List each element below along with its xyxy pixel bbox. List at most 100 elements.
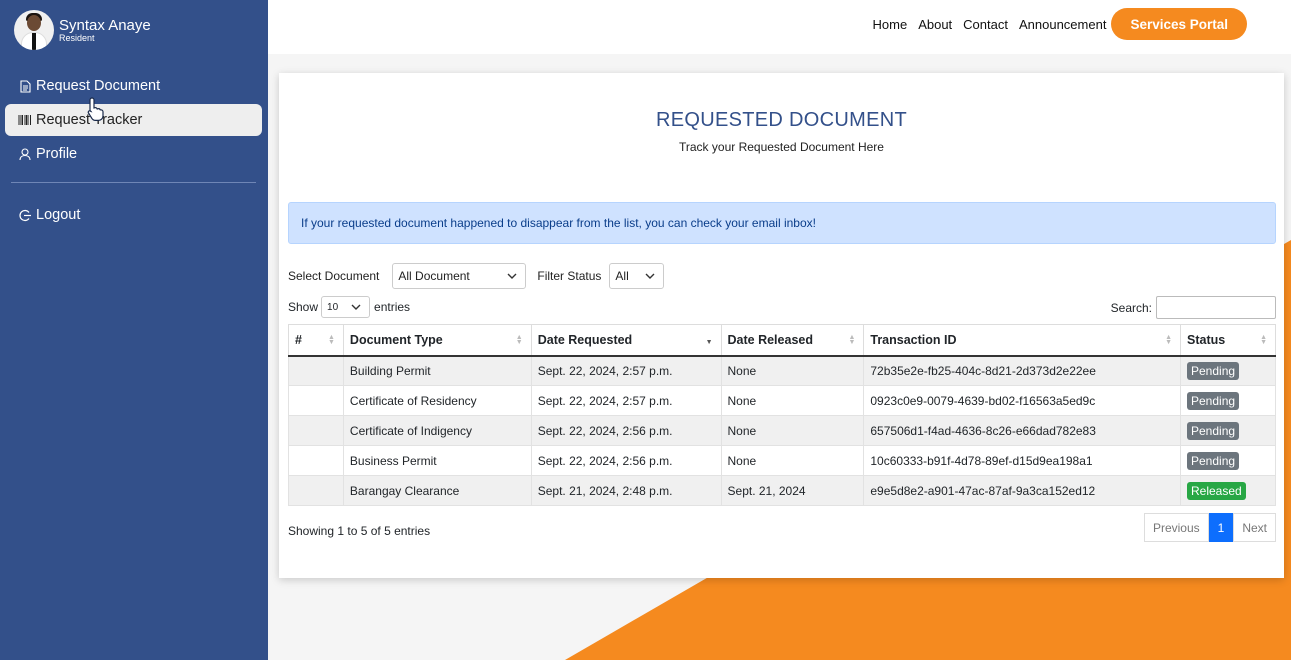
user-role: Resident bbox=[59, 32, 95, 43]
sidebar-divider bbox=[11, 182, 256, 183]
status-badge: Pending bbox=[1187, 421, 1240, 440]
avatar bbox=[14, 10, 54, 50]
requested-document-card: REQUESTED DOCUMENT Track your Requested … bbox=[279, 73, 1284, 578]
chevron-down-icon bbox=[507, 273, 517, 279]
entries-per-page-value: 10 bbox=[327, 301, 339, 313]
select-document-dropdown[interactable]: All Document bbox=[392, 263, 527, 289]
search-input[interactable] bbox=[1156, 296, 1276, 319]
table-row: Barangay Clearance Sept. 21, 2024, 2:48 … bbox=[288, 475, 1276, 506]
column-header-date-released[interactable]: Date Released ▲ ▼ bbox=[720, 324, 865, 357]
filter-status-dropdown[interactable]: All bbox=[609, 263, 665, 289]
column-header-number[interactable]: # ▲ ▼ bbox=[288, 324, 344, 357]
sidebar-item-label: Request Document bbox=[36, 78, 161, 94]
requested-documents-table: # ▲ ▼ Document Type ▲ ▼ Date Requested ▼ Dat… bbox=[288, 324, 1276, 506]
sidebar-item-label: Logout bbox=[36, 207, 81, 223]
cell-date-released: Sept. 21, 2024 bbox=[720, 475, 865, 506]
sidebar-item-label: Profile bbox=[36, 146, 78, 162]
table-row: Business Permit Sept. 22, 2024, 2:56 p.m… bbox=[288, 445, 1276, 476]
status-badge: Pending bbox=[1187, 451, 1240, 470]
sidebar: Syntax Anaye Resident Request Document R… bbox=[0, 0, 268, 660]
select-document-value: All Document bbox=[398, 269, 470, 283]
top-navbar: Home About Contact Announcement Services… bbox=[268, 0, 1291, 54]
cell-date-requested: Sept. 22, 2024, 2:57 p.m. bbox=[530, 355, 722, 386]
nav-contact-link[interactable]: Contact bbox=[963, 17, 1008, 32]
top-nav-links: Home About Contact Announcement Services… bbox=[862, 8, 1247, 40]
sidebar-item-profile[interactable]: Profile bbox=[5, 138, 262, 170]
sidebar-nav: Request Document Request Tracker Profile… bbox=[5, 70, 262, 233]
status-badge: Released bbox=[1187, 481, 1246, 500]
chevron-down-icon bbox=[645, 273, 655, 279]
cell-document-type: Business Permit bbox=[342, 445, 532, 476]
document-icon bbox=[18, 79, 32, 93]
cell-date-requested: Sept. 21, 2024, 2:48 p.m. bbox=[530, 475, 722, 506]
services-portal-button[interactable]: Services Portal bbox=[1111, 8, 1247, 40]
sidebar-item-logout[interactable]: Logout bbox=[5, 199, 262, 231]
filter-status-label: Filter Status bbox=[537, 269, 602, 283]
page-subtitle: Track your Requested Document Here bbox=[679, 140, 884, 154]
cell-transaction-id: 10c60333-b91f-4d78-89ef-d15d9ea198a1 bbox=[863, 445, 1181, 476]
status-badge: Pending bbox=[1187, 391, 1240, 410]
user-icon bbox=[18, 147, 32, 161]
cell-transaction-id: 657506d1-f4ad-4636-8c26-e66dad782e83 bbox=[863, 415, 1181, 446]
cell-transaction-id: 0923c0e9-0079-4639-bd02-f16563a5ed9c bbox=[863, 385, 1181, 416]
nav-announcement-link[interactable]: Announcement bbox=[1019, 17, 1106, 32]
column-header-transaction-id[interactable]: Transaction ID ▲ ▼ bbox=[863, 324, 1181, 357]
pagination-page-button[interactable]: 1 bbox=[1208, 513, 1234, 542]
cell-number bbox=[288, 355, 344, 386]
select-document-label: Select Document bbox=[288, 269, 380, 283]
column-header-status[interactable]: Status ▲ ▼ bbox=[1180, 324, 1276, 357]
barcode-icon bbox=[18, 113, 32, 127]
hand-cursor-icon bbox=[87, 97, 104, 121]
chevron-down-icon bbox=[351, 304, 361, 310]
column-header-date-requested[interactable]: Date Requested ▼ bbox=[530, 324, 722, 357]
cell-number bbox=[288, 415, 344, 446]
column-header-document-type[interactable]: Document Type ▲ ▼ bbox=[342, 324, 532, 357]
show-entries-control: Show 10 entries bbox=[288, 296, 410, 318]
status-badge: Pending bbox=[1187, 361, 1240, 380]
cell-transaction-id: e9e5d8e2-a901-47ac-87af-9a3ca152ed12 bbox=[863, 475, 1181, 506]
pagination-previous-button[interactable]: Previous bbox=[1143, 513, 1209, 542]
pagination-next-button[interactable]: Next bbox=[1233, 513, 1276, 542]
cell-status: Pending bbox=[1180, 415, 1276, 446]
cell-status: Released bbox=[1180, 475, 1276, 506]
cell-status: Pending bbox=[1180, 385, 1276, 416]
filter-status-value: All bbox=[615, 269, 629, 283]
filters-row: Select Document All Document Filter Stat… bbox=[288, 263, 665, 289]
nav-about-link[interactable]: About bbox=[918, 17, 952, 32]
sidebar-item-request-document[interactable]: Request Document bbox=[5, 70, 262, 102]
cell-number bbox=[288, 475, 344, 506]
user-name: Syntax Anaye bbox=[59, 16, 151, 34]
table-row: Building Permit Sept. 22, 2024, 2:57 p.m… bbox=[288, 355, 1276, 386]
user-profile: Syntax Anaye Resident bbox=[14, 10, 151, 50]
cell-date-released: None bbox=[720, 355, 865, 386]
cell-number bbox=[288, 385, 344, 416]
cell-document-type: Building Permit bbox=[342, 355, 532, 386]
entries-per-page-dropdown[interactable]: 10 bbox=[321, 296, 371, 318]
page-title: REQUESTED DOCUMENT bbox=[656, 109, 907, 131]
cell-date-released: None bbox=[720, 445, 865, 476]
table-search: Search: bbox=[1111, 296, 1276, 319]
cell-document-type: Certificate of Residency bbox=[342, 385, 532, 416]
cell-date-released: None bbox=[720, 415, 865, 446]
table-row: Certificate of Indigency Sept. 22, 2024,… bbox=[288, 415, 1276, 446]
search-label: Search: bbox=[1110, 300, 1152, 315]
table-row: Certificate of Residency Sept. 22, 2024,… bbox=[288, 385, 1276, 416]
cell-date-requested: Sept. 22, 2024, 2:56 p.m. bbox=[530, 445, 722, 476]
show-label: Show bbox=[288, 300, 319, 314]
cell-date-requested: Sept. 22, 2024, 2:57 p.m. bbox=[530, 385, 722, 416]
info-alert: If your requested document happened to d… bbox=[288, 202, 1276, 244]
entries-label: entries bbox=[374, 300, 411, 314]
cell-document-type: Barangay Clearance bbox=[342, 475, 532, 506]
cell-status: Pending bbox=[1180, 445, 1276, 476]
cell-transaction-id: 72b35e2e-fb25-404c-8d21-2d373d2e22ee bbox=[863, 355, 1181, 386]
nav-home-link[interactable]: Home bbox=[873, 17, 908, 32]
cell-date-released: None bbox=[720, 385, 865, 416]
cell-document-type: Certificate of Indigency bbox=[342, 415, 532, 446]
cell-date-requested: Sept. 22, 2024, 2:56 p.m. bbox=[530, 415, 722, 446]
cell-status: Pending bbox=[1180, 355, 1276, 386]
pagination: Previous 1 Next bbox=[1143, 513, 1276, 542]
table-info: Showing 1 to 5 of 5 entries bbox=[288, 524, 431, 538]
logout-icon bbox=[18, 208, 32, 222]
cell-number bbox=[288, 445, 344, 476]
sidebar-item-request-tracker[interactable]: Request Tracker bbox=[5, 104, 262, 136]
